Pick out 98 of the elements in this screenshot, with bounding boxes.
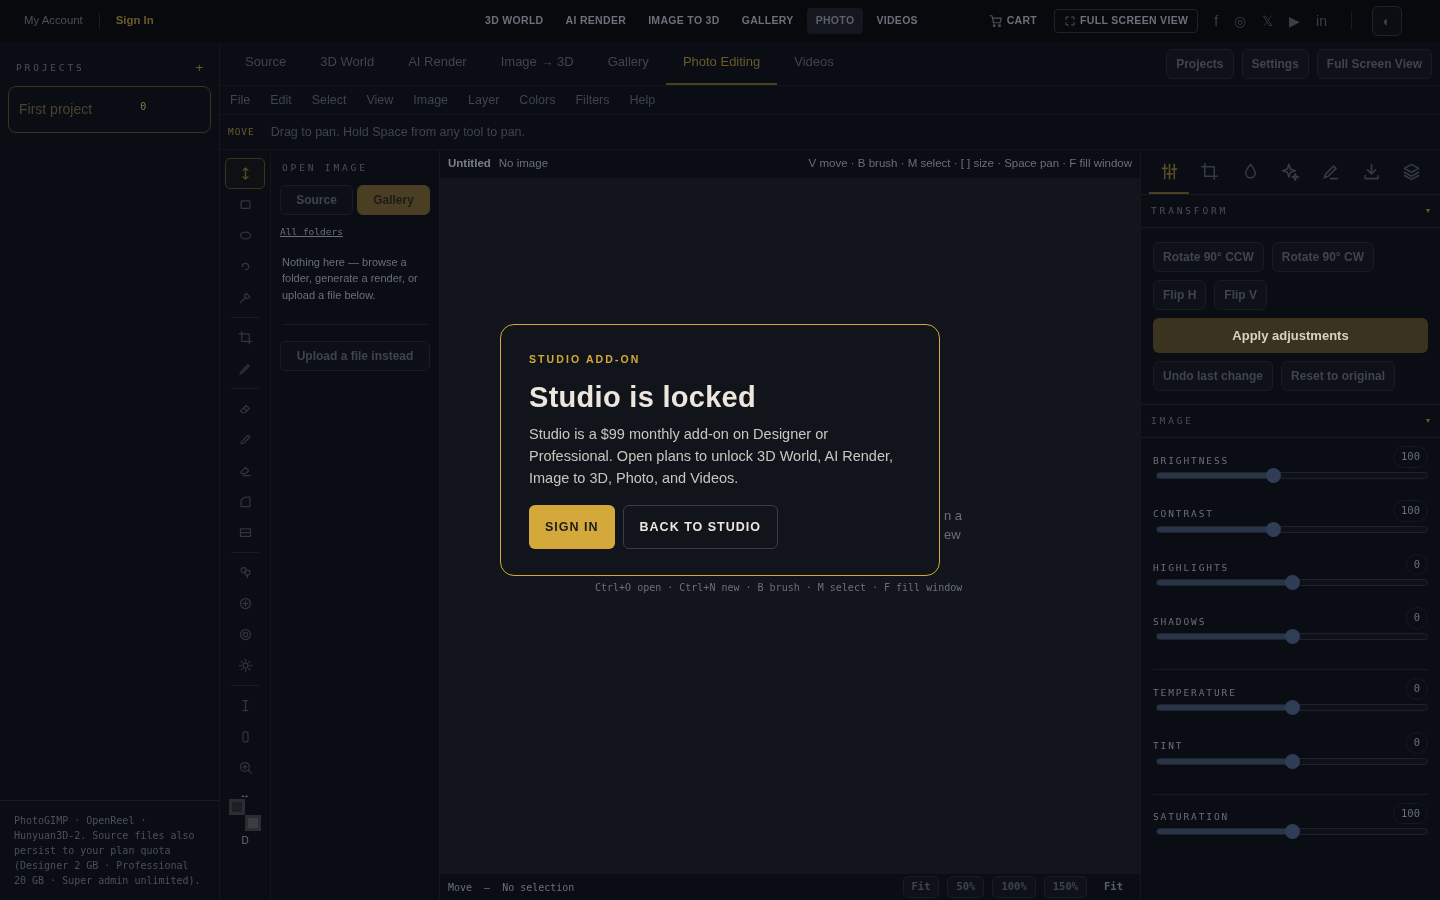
full-screen-button[interactable]: FULL SCREEN VIEW [1054, 9, 1199, 33]
slider-thumb[interactable] [1266, 467, 1282, 483]
upload-button[interactable]: Upload a file instead [280, 341, 430, 371]
sun-icon [237, 658, 253, 673]
foreground-swatch[interactable] [229, 799, 245, 815]
tab[interactable]: AI Render [391, 41, 484, 85]
nav-link[interactable]: PHOTO [806, 8, 864, 34]
collapse-toggle[interactable]: ▾ [1426, 415, 1430, 427]
dash-separator: — [484, 880, 491, 895]
swap-colors-button[interactable]: ↔ [239, 789, 251, 799]
empty-canvas-text: ew [944, 526, 962, 544]
footer-note: PhotoGIMP · OpenReel · Hunyuan3D-2. Source files also persist to your plan quota (Designer 2 GB · Professional 20 GB · Super admin unlimited). [0, 800, 219, 900]
menu-item[interactable]: View [356, 90, 404, 110]
gradient-icon [237, 525, 253, 540]
tab[interactable]: Gallery [590, 41, 666, 85]
social-link[interactable]: in [1316, 10, 1327, 32]
crop-icon [237, 330, 253, 345]
slider-label: HIGHLIGHTS [1153, 561, 1230, 575]
social-link[interactable]: ◎ [1234, 10, 1247, 32]
expand-icon [1064, 15, 1077, 27]
menu-item[interactable]: Filters [565, 90, 620, 110]
section-title: PROJECTS [16, 60, 85, 75]
shortcut-hint: V move · B brush · M select · [ ] size · Space pan · F fill window [808, 156, 1132, 172]
document-status: No image [498, 156, 549, 172]
nav-link[interactable]: IMAGE TO 3D [639, 8, 729, 34]
tab[interactable]: 3D World [303, 41, 392, 85]
apply-button[interactable]: Apply adjustments [1153, 318, 1428, 353]
menu-item[interactable]: Select [301, 90, 357, 110]
slider-thumb[interactable] [1285, 629, 1300, 644]
rectangle-select-icon [237, 197, 253, 212]
empty-canvas-text: n a [944, 507, 963, 525]
sign-in-button[interactable]: SIGN IN [529, 505, 615, 550]
nav-link[interactable]: 3D WORLD [476, 8, 553, 34]
sliders-icon [1159, 161, 1179, 181]
slider-thumb[interactable] [1266, 521, 1282, 537]
menu-item[interactable]: Image [403, 90, 459, 110]
slider-thumb[interactable] [1285, 824, 1300, 840]
back-button[interactable]: BACK TO STUDIO [622, 505, 778, 550]
social-link[interactable]: ▶ [1289, 10, 1301, 32]
tab[interactable]: Photo Editing [665, 41, 778, 85]
folders-link[interactable]: All folders [280, 225, 343, 240]
account-link[interactable]: My Account [24, 12, 83, 30]
nav-link[interactable]: GALLERY [732, 8, 803, 34]
ellipse-icon [237, 228, 253, 243]
add-project-button[interactable]: + [195, 58, 203, 78]
target-icon [237, 627, 253, 642]
nav-link[interactable]: AI RENDER [556, 8, 636, 34]
default-colors-button[interactable]: D [241, 833, 249, 848]
slider-label: TINT [1153, 739, 1184, 754]
menu-item[interactable]: Edit [260, 90, 302, 110]
selection-status: No selection [502, 880, 575, 895]
status-tool: Move [448, 880, 473, 895]
download-icon [1361, 161, 1381, 181]
section-title: IMAGE [1151, 413, 1194, 428]
background-swatch[interactable] [245, 815, 261, 831]
zoom-button: Fit [1095, 876, 1132, 898]
section-title: OPEN IMAGE [282, 161, 369, 175]
empty-message: Nothing here — browse a folder, generate a render, or upload a file below. [282, 253, 428, 325]
sign-in-link[interactable]: Sign In [115, 12, 154, 30]
slider-label: SHADOWS [1153, 614, 1207, 629]
slider-label: CONTRAST [1153, 507, 1214, 522]
tool-label: MOVE [228, 124, 255, 139]
crop-icon [1200, 161, 1220, 181]
theme-toggle[interactable]: ◐ [1372, 6, 1402, 36]
menu-item[interactable]: Colors [509, 90, 566, 110]
pen-icon [237, 361, 253, 376]
project-card[interactable]: First project 0 [8, 85, 211, 133]
tool-button[interactable] [225, 158, 265, 189]
slider-thumb[interactable] [1285, 699, 1300, 715]
modal-title: Studio is locked [529, 379, 757, 415]
cart-button[interactable]: CART [979, 8, 1047, 34]
tab[interactable]: Image → 3D [483, 41, 591, 85]
menu-item[interactable]: File [220, 90, 261, 110]
menu-item[interactable]: Layer [458, 90, 510, 110]
slider-label: TEMPERATURE [1153, 685, 1237, 700]
slider-label: BRIGHTNESS [1153, 453, 1230, 468]
source-toggle[interactable]: Source [280, 185, 353, 216]
cart-icon [988, 14, 1003, 28]
modal-message: Studio is a $99 monthly add-on on Designer or Professional. Open plans to unlock 3D World, AI Render, Image to 3D, Photo, and Videos. [529, 425, 895, 489]
shortcut-hint: Ctrl+O open · Ctrl+N new · B brush · M select · F fill window [595, 581, 963, 595]
tab[interactable]: Videos [777, 41, 851, 85]
slider-label: SATURATION [1153, 810, 1230, 824]
add-circle-icon [237, 596, 253, 611]
zoom-in-icon [237, 760, 253, 775]
section-title: TRANSFORM [1151, 203, 1229, 218]
wand-icon [237, 290, 253, 305]
sparkle-icon [1280, 161, 1300, 181]
social-link[interactable]: f [1214, 10, 1219, 32]
modal-eyebrow: STUDIO ADD-ON [529, 352, 642, 367]
collapse-toggle[interactable]: ▾ [1426, 205, 1430, 217]
project-count: 0 [140, 99, 147, 114]
menu-item[interactable]: Help [619, 90, 666, 110]
document-title: Untitled [448, 156, 491, 172]
slider-thumb[interactable] [1285, 753, 1300, 769]
slider-thumb[interactable] [1285, 575, 1300, 591]
layers-icon [1402, 161, 1422, 181]
tab[interactable]: Source [228, 41, 304, 85]
nav-link[interactable]: VIDEOS [867, 8, 927, 34]
